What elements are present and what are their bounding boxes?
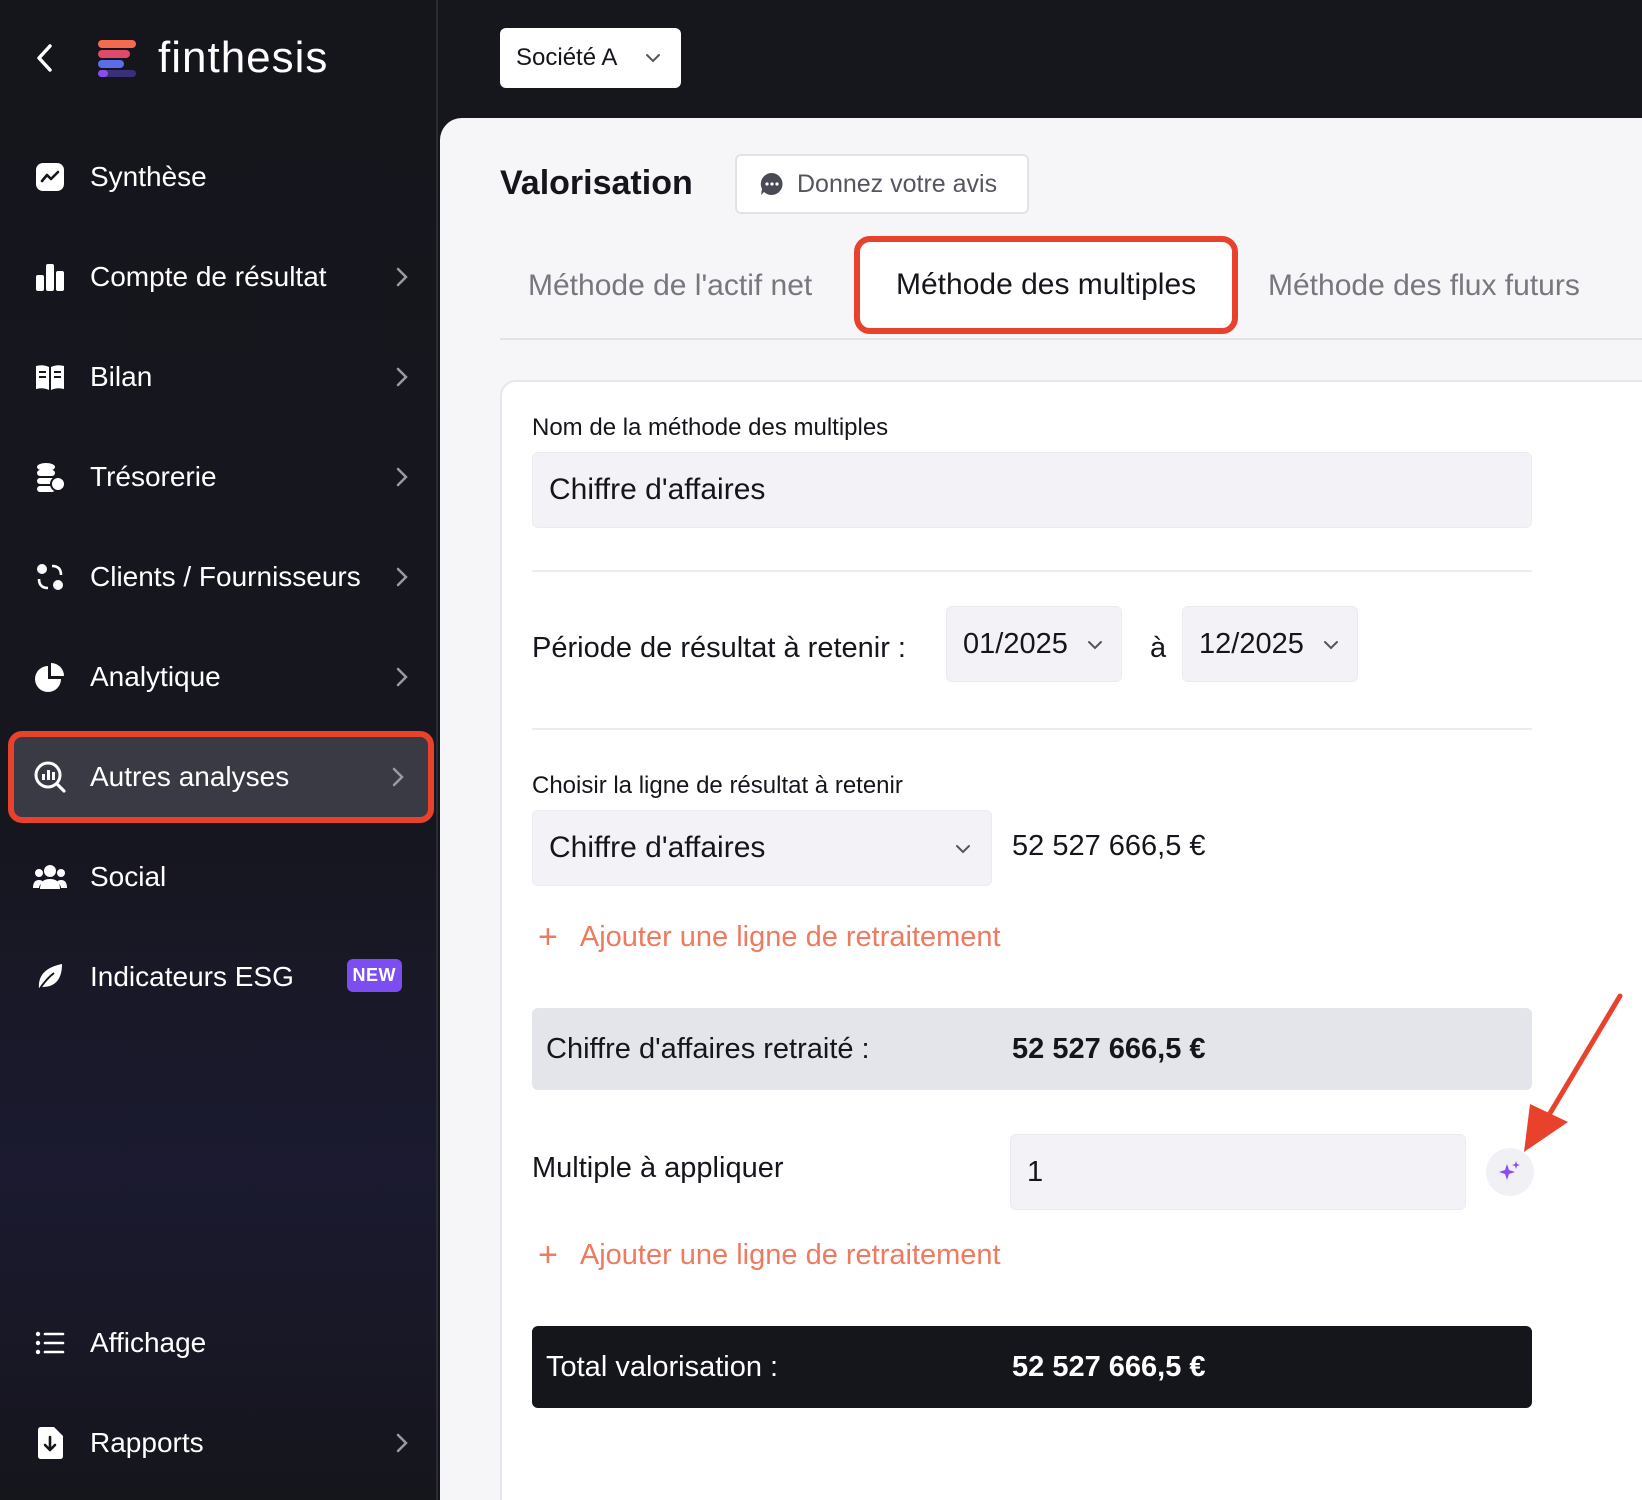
- period-start-select[interactable]: 01/2025: [946, 606, 1122, 682]
- period-label: Période de résultat à retenir :: [532, 632, 906, 664]
- chevron-down-icon: [1324, 641, 1338, 650]
- sidebar-item-label: Trésorerie: [90, 461, 217, 492]
- result-line-value: Chiffre d'affaires: [549, 831, 766, 864]
- divider: [532, 570, 1532, 572]
- chevron-down-icon: [646, 54, 660, 63]
- sidebar-item-autres-analyses[interactable]: Autres analyses: [8, 731, 434, 823]
- chevron-right-icon: [396, 667, 408, 687]
- sidebar-item-bilan[interactable]: Bilan: [10, 334, 432, 420]
- sidebar-item-label: Social: [90, 861, 167, 892]
- magnifier-chart-icon: [32, 759, 68, 795]
- leaf-icon: [32, 959, 68, 995]
- sidebar-item-rapports[interactable]: Rapports: [10, 1400, 432, 1486]
- total-label: Total valorisation :: [546, 1350, 779, 1383]
- add-line-label: Ajouter une ligne de retraitement: [579, 921, 1001, 953]
- total-valuation-bar: Total valorisation : 52 527 666,5 €: [532, 1326, 1532, 1408]
- feedback-button[interactable]: Donnez votre avis: [735, 154, 1029, 214]
- restated-label: Chiffre d'affaires retraité :: [546, 1032, 870, 1065]
- sidebar-item-social[interactable]: Social: [10, 834, 432, 920]
- users-icon: [32, 859, 68, 895]
- book-icon: [32, 359, 68, 395]
- period-separator: à: [1150, 632, 1167, 664]
- chevron-right-icon: [396, 567, 408, 587]
- sidebar-item-clients-fournisseurs[interactable]: Clients / Fournisseurs: [10, 534, 432, 620]
- page-title: Valorisation: [500, 164, 693, 202]
- sidebar-item-tresorerie[interactable]: Trésorerie: [10, 434, 432, 520]
- sidebar-item-label: Affichage: [90, 1327, 207, 1358]
- chevron-right-icon: [396, 467, 408, 487]
- sparkle-icon: [1499, 1161, 1520, 1180]
- multiple-input[interactable]: 1: [1010, 1134, 1466, 1210]
- chevron-down-icon: [1088, 641, 1102, 650]
- sidebar-item-label: Rapports: [90, 1427, 204, 1458]
- chevron-right-icon: [396, 367, 408, 387]
- coins-icon: [32, 459, 68, 495]
- tab-actif-net[interactable]: Méthode de l'actif net: [528, 236, 812, 336]
- chevron-down-icon: [956, 845, 970, 854]
- method-name-input[interactable]: Chiffre d'affaires: [532, 452, 1532, 528]
- plus-icon: +: [538, 1236, 558, 1274]
- exchange-icon: [32, 559, 68, 595]
- multiple-label: Multiple à appliquer: [532, 1152, 784, 1184]
- name-label: Nom de la méthode des multiples: [532, 414, 889, 441]
- logo-icon: [96, 37, 138, 79]
- sidebar-item-label: Bilan: [90, 361, 153, 392]
- total-value: 52 527 666,5 €: [1012, 1350, 1206, 1383]
- line-label: Choisir la ligne de résultat à retenir: [532, 772, 903, 799]
- plus-icon: +: [538, 918, 558, 956]
- company-select-value: Société A: [516, 44, 618, 71]
- file-download-icon: [32, 1425, 68, 1461]
- company-select[interactable]: Société A: [500, 28, 681, 88]
- back-arrow-icon[interactable]: [30, 43, 60, 73]
- chat-bubble-icon: [759, 171, 785, 197]
- result-line-amount: 52 527 666,5 €: [1012, 830, 1206, 862]
- sidebar: finthesis Synthèse Compte de résultat Bi…: [0, 0, 438, 1500]
- sidebar-item-synthese[interactable]: Synthèse: [10, 134, 432, 220]
- period-end-select[interactable]: 12/2025: [1182, 606, 1358, 682]
- chevron-right-icon: [392, 767, 404, 787]
- main-panel: Valorisation Donnez votre avis Méthode d…: [440, 118, 1642, 1500]
- add-restatement-line-button[interactable]: + Ajouter une ligne de retraitement: [538, 918, 1001, 957]
- new-badge: NEW: [346, 959, 402, 992]
- sidebar-item-affichage[interactable]: Affichage: [10, 1300, 432, 1386]
- sidebar-item-label: Analytique: [90, 661, 221, 692]
- brand-name: finthesis: [158, 33, 329, 82]
- sidebar-item-compte-de-resultat[interactable]: Compte de résultat: [10, 234, 432, 320]
- add-restatement-line-button[interactable]: + Ajouter une ligne de retraitement: [538, 1236, 1001, 1275]
- sidebar-item-label: Autres analyses: [90, 761, 290, 792]
- restated-value: 52 527 666,5 €: [1012, 1032, 1206, 1065]
- tab-multiples[interactable]: Méthode des multiples: [854, 236, 1239, 334]
- add-line-label: Ajouter une ligne de retraitement: [579, 1239, 1001, 1271]
- bar-chart-icon: [32, 259, 68, 295]
- chart-line-icon: [32, 159, 68, 195]
- divider: [532, 728, 1532, 730]
- sidebar-item-analytique[interactable]: Analytique: [10, 634, 432, 720]
- sidebar-item-label: Indicateurs ESG: [90, 961, 294, 992]
- restated-summary: Chiffre d'affaires retraité : 52 527 666…: [532, 1008, 1532, 1090]
- sidebar-item-indicateurs-esg[interactable]: Indicateurs ESG NEW: [10, 934, 432, 1020]
- brand: finthesis: [30, 28, 328, 88]
- chevron-right-icon: [396, 1433, 408, 1453]
- multiples-form-card: Nom de la méthode des multiples Chiffre …: [500, 380, 1642, 1500]
- pie-chart-icon: [32, 659, 68, 695]
- feedback-button-label: Donnez votre avis: [797, 169, 998, 198]
- period-end-value: 12/2025: [1199, 627, 1304, 660]
- period-start-value: 01/2025: [963, 627, 1068, 660]
- list-icon: [32, 1325, 68, 1361]
- chevron-right-icon: [396, 267, 408, 287]
- sidebar-item-label: Clients / Fournisseurs: [90, 561, 361, 592]
- method-tabs: Méthode de l'actif net Méthode des multi…: [500, 236, 1642, 340]
- tab-flux-futurs[interactable]: Méthode des flux futurs: [1268, 236, 1580, 336]
- ai-suggest-button[interactable]: [1486, 1148, 1534, 1196]
- sidebar-item-label: Compte de résultat: [90, 261, 327, 292]
- sidebar-item-label: Synthèse: [90, 161, 207, 192]
- result-line-select[interactable]: Chiffre d'affaires: [532, 810, 992, 886]
